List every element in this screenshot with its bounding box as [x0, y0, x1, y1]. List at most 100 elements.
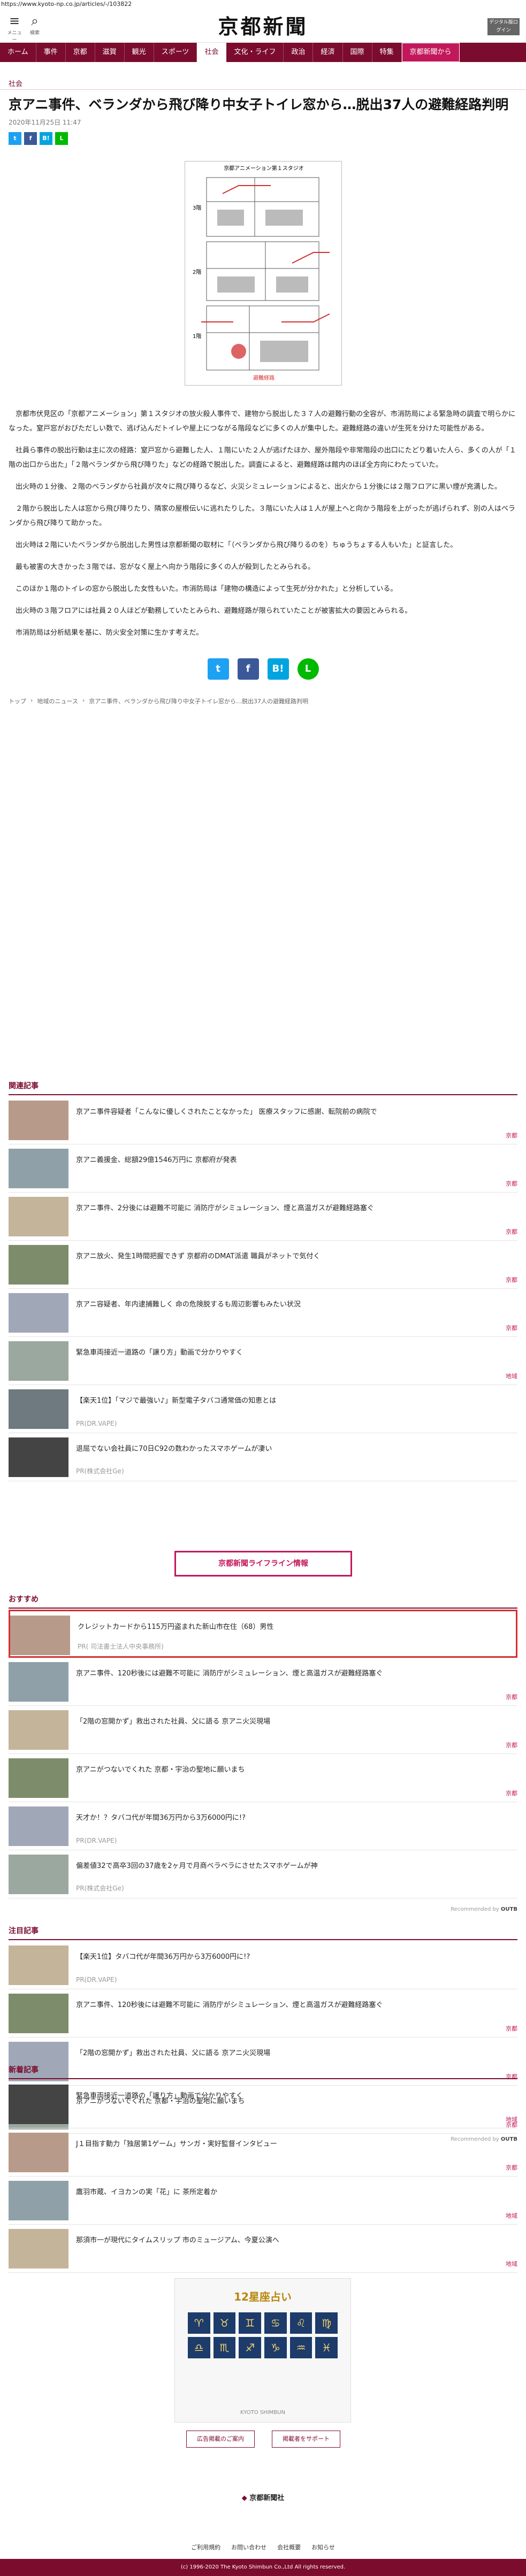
item-title: 緊急車両接近一道路の「譲り方」動画で分かりやすく [76, 1349, 243, 1357]
list-item[interactable]: 退屈でない会社員に70日C92の数わかったスマホゲームが凄い PR(株式会社Ge) [9, 1433, 517, 1481]
map-title: 京都アニメーション第１スタジオ [224, 165, 304, 172]
thumbnail-image [9, 2085, 68, 2124]
newest-section-title: 新着記事 [9, 2064, 517, 2079]
body-paragraph: 社員ら事件の脱出行動は主に次の経路：窒戸窓から避難した人、１階にいた２人が逃げた… [9, 447, 516, 469]
list-item[interactable]: 那須市一が現代にタイムスリップ 市のミュージアム、今夏公演へ 地域 [9, 2225, 517, 2273]
thumbnail-image [9, 1437, 68, 1477]
thumbnail-image [9, 1245, 68, 1285]
item-title: J１目指す動力「独居第1ゲーム」サンガ・実好監督インタビュー [76, 2140, 277, 2148]
list-item[interactable]: 京アニがつないでくれた 京都・宇治の聖地に願いまち京都 [9, 1754, 517, 1802]
nav-item[interactable]: 滋賀 [95, 43, 125, 62]
nav-item[interactable]: 特集 [372, 43, 402, 62]
nav-item[interactable]: 事件 [36, 43, 66, 62]
site-header: ≡ メニュー ⌕ 検索 京都新聞 デジタル版ログイン [0, 9, 526, 43]
item-category: 京都 [506, 1228, 517, 1235]
list-item[interactable]: 京アニ放火、発生1時間把握できず 京都府のDMAT派遣 職員がネットで気付く 京都 [9, 1241, 517, 1289]
facebook-share-button-large[interactable]: f [237, 658, 259, 680]
site-logo[interactable]: 京都新聞 [0, 15, 526, 39]
twitter-share-button-large[interactable]: t [207, 658, 229, 680]
item-sponsor: PR( 司法書士法人中央事務所) [78, 1643, 164, 1650]
footer-link-company[interactable]: 会社概要 [277, 2543, 301, 2551]
list-item[interactable]: 京アニ事件、2分後には避難不可能に 消防庁がシミュレーション、煙と高温ガスが避難… [9, 1193, 517, 1241]
newest-list: 緊急車両接近一道路の「譲り方」動画で分かりやすく 地域 J１目指す動力「独居第1ゲー… [9, 2080, 517, 2273]
list-item[interactable]: 【楽天1位】タバコ代が年間36万円から3万6000円に!? PR(DR.VAPE) [9, 1941, 517, 1989]
copyright: (c) 1996-2020 The Kyoto Shimbun Co.,Ltd … [0, 2559, 526, 2576]
recommended-by[interactable]: Recommended by OUTB [451, 1906, 517, 1912]
footer-link-terms[interactable]: ご利用規約 [191, 2543, 220, 2551]
thumbnail-image [9, 1197, 68, 1236]
footer-logo[interactable]: ◆ 京都新聞社 [0, 2492, 526, 2502]
list-item[interactable]: 京アニ容疑者、年内逮捕難しく 命の危険脱するも周辺影響もみたい状況 京都 [9, 1289, 517, 1337]
list-item[interactable]: 鷹羽市蔵、イヨカンの実「花」に 茶所定着か 地域 [9, 2177, 517, 2225]
item-category: 京都 [506, 1742, 517, 1749]
body-paragraph: 出火時の１分後、２階のベランダから社員が次々に飛び降りるなど、火災シミュレーショ… [16, 483, 501, 491]
item-sponsor: PR(DR.VAPE) [76, 1837, 117, 1844]
item-title: 京アニがつないでくれた 京都・宇治の聖地に願いまち [76, 1766, 245, 1774]
list-item[interactable]: 京アニ事件、120秒後には避難不可能に 消防庁がシミュレーション、煙と高温ガスが… [9, 1989, 517, 2037]
fortune-ad[interactable]: 12星座占い ♈ ♉ ♊ ♋ ♌ ♍ ♎ ♏ ♐ ♑ ♒ ♓ KYOTO SHIMBUN [174, 2278, 351, 2423]
facebook-share-button[interactable]: f [24, 132, 37, 145]
nav-item[interactable]: 京都 [66, 43, 95, 62]
zodiac-icon: ♍ [315, 2312, 338, 2334]
related-section-title: 関連記事 [9, 1080, 517, 1095]
list-item[interactable]: 偏差値32で高卒3回の37歳を2ヶ月で月商ベラベラにさせたスマホゲームが神 PR(… [9, 1850, 517, 1898]
thumbnail-image [9, 1149, 68, 1188]
list-item[interactable]: 緊急車両接近一道路の「譲り方」動画で分かりやすく 地域 [9, 1337, 517, 1385]
item-title: 京アニ事件、120秒後には避難不可能に 消防庁がシミュレーション、煙と高温ガスが… [76, 2001, 383, 2009]
nav-item[interactable]: 社会 [197, 43, 227, 62]
item-title: 京アニ事件、120秒後には避難不可能に 消防庁がシミュレーション、煙と高温ガスが… [76, 1670, 383, 1678]
article-date: 2020年11月25日 11:47 [9, 119, 81, 126]
thumbnail-image [10, 1616, 70, 1655]
evacuation-map[interactable]: 京都アニメーション第１スタジオ 3階 2階 1階 避難経路 [184, 161, 342, 386]
lifeline-button[interactable]: 京都新聞ライフライン情報 [174, 1551, 352, 1577]
list-item[interactable]: J１目指す動力「独居第1ゲーム」サンガ・実好監督インタビュー 京都 [9, 2128, 517, 2177]
category-label[interactable]: 社会 [0, 62, 526, 90]
list-item[interactable]: 「2階の窓開かず」救出された社員、父に語る 京アニ火災現場 京都 [9, 1706, 517, 1754]
item-category: 京都 [506, 1790, 517, 1797]
floor-3-label: 3階 [193, 205, 201, 211]
nav-item[interactable]: 国際 [343, 43, 372, 62]
body-paragraph: 出火時の３階フロアには社員２０人ほどが勤務していたとみられ、避難経路が限られてい… [16, 607, 412, 615]
item-title: 京アニ義援金、総額29億1546万円に 京都府が発表 [76, 1156, 237, 1164]
nav-item[interactable]: 政治 [284, 43, 314, 62]
nav-item[interactable]: 観光 [125, 43, 154, 62]
list-item[interactable]: 京アニ事件容疑者「こんなに優しくされたことなかった」 医療スタッフに感謝、転院前… [9, 1096, 517, 1144]
breadcrumb: トップ › 地域のニュース › 京アニ事件、ベランダから飛び降り中女子トイレ窓から…… [9, 697, 309, 705]
breadcrumb-local[interactable]: 地域のニュース [37, 697, 78, 705]
thumbnail-image [9, 1855, 68, 1894]
item-sponsor: PR(DR.VAPE) [76, 1976, 117, 1983]
list-item[interactable]: 京アニ事件、120秒後には避難不可能に 消防庁がシミュレーション、煙と高温ガスが… [9, 1658, 517, 1706]
item-category: 地域 [506, 2212, 517, 2219]
ad-guide-button[interactable]: 広告掲載のご案内 [186, 2431, 255, 2448]
item-category: 京都 [506, 1132, 517, 1139]
thumbnail-image [9, 1758, 68, 1798]
footer-link-contact[interactable]: お問い合わせ [231, 2543, 266, 2551]
nav-item[interactable]: 経済 [313, 43, 343, 62]
thumbnail-image [9, 2133, 68, 2172]
nav-item[interactable]: ホーム [0, 43, 36, 62]
line-share-button-large[interactable]: L [297, 658, 319, 680]
list-item[interactable]: 京アニ義援金、総額29億1546万円に 京都府が発表 京都 [9, 1144, 517, 1193]
zodiac-grid: ♈ ♉ ♊ ♋ ♌ ♍ ♎ ♏ ♐ ♑ ♒ ♓ [188, 2312, 338, 2358]
nav-item[interactable]: 京都新聞から [401, 43, 460, 62]
ad-sub: KYOTO SHIMBUN [240, 2410, 285, 2416]
list-item[interactable]: 【楽天1位】「マジで最強い♪」新型電子タバコ通常価の知恵とは PR(DR.VAPE… [9, 1385, 517, 1433]
nav-item[interactable]: 文化・ライフ [226, 43, 284, 62]
hatena-share-button-large[interactable]: B! [267, 658, 289, 680]
footer-link-news[interactable]: お知らせ [311, 2543, 335, 2551]
hatena-share-button[interactable]: B! [40, 132, 52, 145]
twitter-share-button[interactable]: t [9, 132, 21, 145]
footer-links: ご利用規約 お問い合わせ 会社概要 お知らせ [0, 2543, 526, 2551]
nav-item[interactable]: スポーツ [154, 43, 197, 62]
line-share-button[interactable]: L [55, 132, 68, 145]
item-category: 地域 [506, 2260, 517, 2267]
list-item[interactable]: クレジットカードから115万円盗まれた新山市在住（68）男性 PR( 司法書士法人… [9, 1610, 517, 1658]
digital-login-button[interactable]: デジタル版ログイン [487, 18, 520, 35]
thumbnail-image [9, 1341, 68, 1381]
outbrain-logo: OUTB [500, 1906, 517, 1912]
list-item[interactable]: 緊急車両接近一道路の「譲り方」動画で分かりやすく 地域 [9, 2080, 517, 2128]
breadcrumb-home[interactable]: トップ [9, 697, 26, 705]
list-item[interactable]: 天才か！？タバコ代が年間36万円から3万6000円に!? PR(DR.VAPE) [9, 1802, 517, 1850]
attention-section-title: 注目記事 [9, 1925, 517, 1940]
ad-support-button[interactable]: 掲載者をサポート [272, 2431, 340, 2448]
